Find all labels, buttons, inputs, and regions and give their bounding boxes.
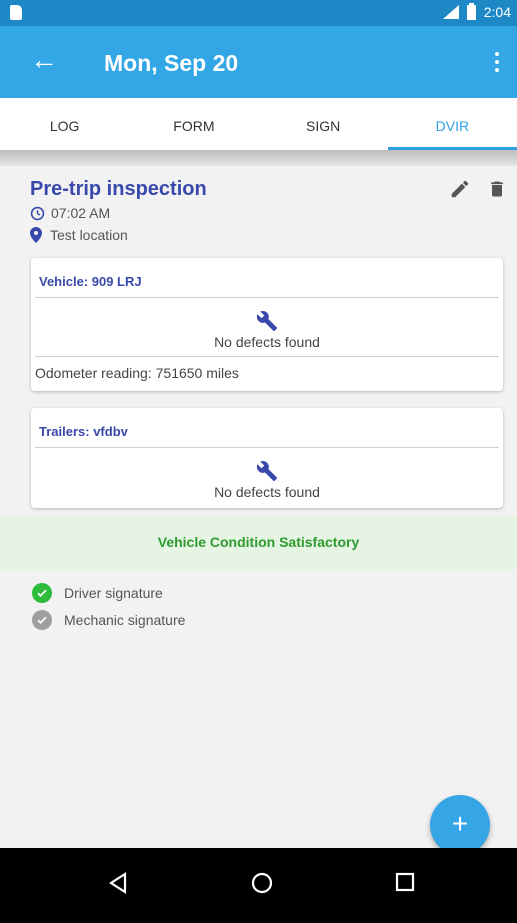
add-button[interactable]: +	[430, 795, 490, 855]
vehicle-no-defects: No defects found	[214, 334, 320, 350]
inspection-location-row: Test location	[30, 227, 128, 243]
sim-card-icon	[10, 5, 22, 20]
trailers-header: Trailers: vfdbv	[35, 408, 499, 448]
app-bar: ← Mon, Sep 20	[0, 26, 517, 98]
inspection-title: Pre-trip inspection	[30, 178, 207, 200]
vehicle-card[interactable]: Vehicle: 909 LRJ No defects found Odomet…	[31, 258, 503, 391]
vehicle-condition-banner: Vehicle Condition Satisfactory	[0, 515, 517, 570]
driver-signature-label: Driver signature	[64, 585, 163, 601]
check-circle-icon	[32, 610, 52, 630]
tab-dvir[interactable]: DVIR	[387, 98, 517, 150]
tab-divider	[0, 150, 517, 166]
inspection-location: Test location	[50, 227, 128, 243]
back-arrow-icon[interactable]: ←	[30, 46, 58, 74]
nav-recents-icon[interactable]	[395, 872, 415, 892]
tab-sign[interactable]: SIGN	[259, 98, 388, 150]
battery-icon	[466, 2, 476, 20]
inspection-time: 07:02 AM	[51, 205, 111, 221]
wrench-icon	[256, 461, 278, 482]
delete-icon[interactable]	[487, 178, 507, 200]
location-pin-icon	[30, 227, 42, 243]
trailers-no-defects: No defects found	[214, 484, 320, 500]
nav-back-icon[interactable]	[108, 872, 128, 894]
tab-bar: LOG FORM SIGN DVIR	[0, 98, 517, 150]
driver-signature-row[interactable]: Driver signature	[32, 583, 163, 603]
mechanic-signature-label: Mechanic signature	[64, 612, 186, 628]
signal-icon	[441, 5, 459, 19]
mechanic-signature-row[interactable]: Mechanic signature	[32, 610, 185, 630]
wrench-icon	[256, 311, 278, 332]
odometer-reading: Odometer reading: 751650 miles	[35, 356, 499, 386]
edit-icon[interactable]	[449, 178, 471, 200]
status-bar: 2:04	[0, 0, 517, 26]
check-circle-icon	[32, 583, 52, 603]
tab-log[interactable]: LOG	[0, 98, 129, 150]
nav-home-icon[interactable]	[251, 872, 273, 894]
page-title: Mon, Sep 20	[104, 50, 239, 76]
status-time: 2:04	[483, 4, 511, 20]
system-nav-bar	[0, 848, 517, 923]
inspection-time-row: 07:02 AM	[30, 205, 110, 221]
more-options-icon[interactable]	[495, 52, 499, 72]
trailers-card[interactable]: Trailers: vfdbv No defects found	[31, 408, 503, 508]
clock-icon	[30, 206, 45, 220]
plus-icon: +	[451, 808, 469, 839]
dvir-content: Pre-trip inspection 07:02 AM Test locati…	[0, 166, 517, 848]
tab-form[interactable]: FORM	[129, 98, 258, 150]
vehicle-header: Vehicle: 909 LRJ	[35, 258, 499, 298]
